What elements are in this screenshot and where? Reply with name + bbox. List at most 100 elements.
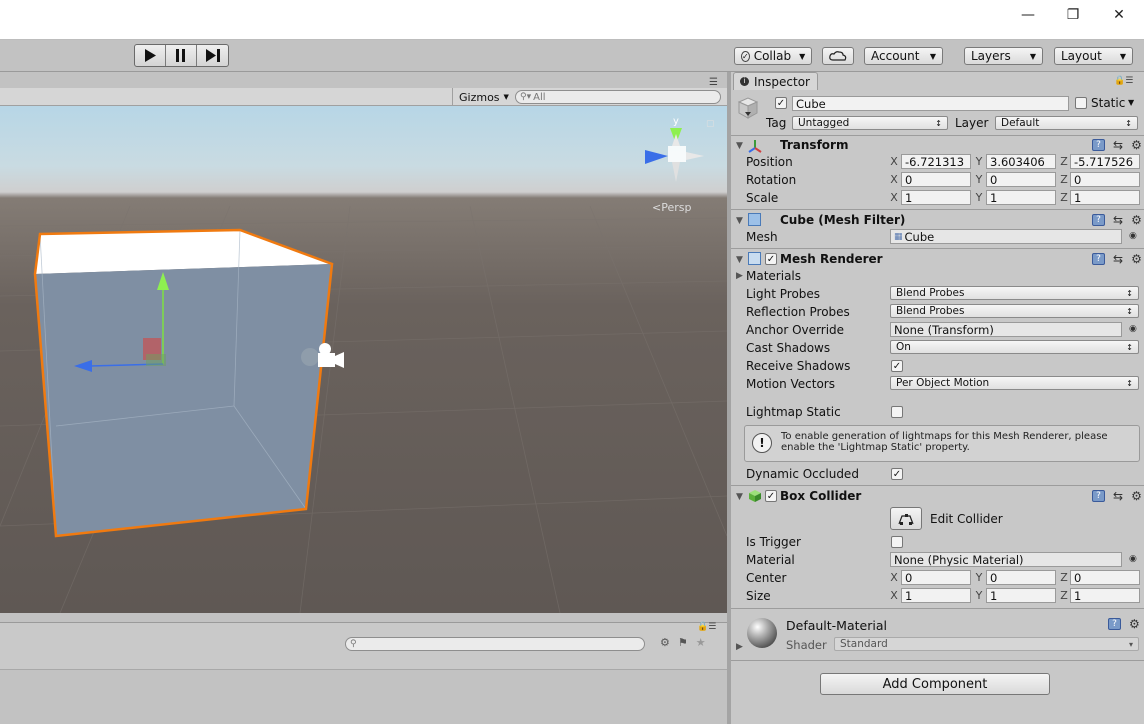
tab-inspector[interactable]: i Inspector [733,72,818,90]
edit-collider-button[interactable] [890,507,922,530]
is-trigger-checkbox[interactable] [891,536,903,548]
label-icon[interactable]: ⚑ [678,636,688,649]
center-y-field[interactable]: 0 [986,570,1056,585]
search-icon: ⚲ [350,639,357,649]
box-collider-enabled-checkbox[interactable]: ✓ [765,490,777,502]
tag-dropdown[interactable]: Untagged ↕ [792,116,948,130]
help-icon[interactable]: ? [1092,253,1105,265]
layer-dropdown[interactable]: Default ↕ [995,116,1138,130]
receive-shadows-checkbox[interactable]: ✓ [891,360,903,372]
close-icon[interactable]: ✕ [1096,0,1142,30]
scene-view[interactable]: y ▢ <Persp [0,106,727,613]
preset-icon[interactable]: ⇆ [1113,252,1123,266]
mesh-renderer-enabled-checkbox[interactable]: ✓ [765,253,777,265]
layers-dropdown[interactable]: Layers ▼ [964,47,1043,65]
size-y-field[interactable]: 1 [986,588,1056,603]
motion-vectors-dropdown[interactable]: Per Object Motion ↕ [890,376,1139,390]
help-icon[interactable]: ? [1092,490,1105,502]
window-titlebar [0,0,1144,40]
add-component-button[interactable]: Add Component [820,673,1050,695]
bottom-lock-icon[interactable]: 🔒☰ [697,622,716,632]
materials-label[interactable]: Materials [746,269,801,283]
restore-icon[interactable]: ❐ [1050,0,1096,30]
reflection-probes-dropdown[interactable]: Blend Probes ↕ [890,304,1139,318]
cloud-button[interactable] [822,47,854,65]
help-icon[interactable]: ? [1108,618,1121,630]
collab-button[interactable]: ✓ Collab ▼ [734,47,812,65]
inspector-lock-icon[interactable]: 🔒☰ [1114,76,1133,86]
axis-z-label: Z [1060,589,1068,602]
object-name-field[interactable]: Cube [792,96,1069,111]
step-button[interactable] [197,45,228,66]
axis-z-label: Z [1060,155,1068,168]
lock-icon[interactable]: ▢ [706,119,715,129]
layout-dropdown[interactable]: Layout ▼ [1054,47,1133,65]
object-picker-icon[interactable]: ◉ [1129,554,1137,564]
persp-label[interactable]: <Persp [652,201,691,214]
scene-canvas: y ▢ [0,116,727,613]
collider-material-field[interactable]: None (Physic Material) [890,552,1122,567]
position-x-field[interactable]: -6.721313 [901,154,971,169]
center-label: Center [746,571,787,585]
size-z-field[interactable]: 1 [1070,588,1140,603]
filter-type-icon[interactable]: ⚙ [660,636,670,649]
size-z-value: 1 [1074,588,1082,603]
lightmap-static-checkbox[interactable] [891,406,903,418]
gizmos-dropdown[interactable]: Gizmos ▼ [452,88,509,106]
foldout-icon[interactable]: ▼ [736,216,743,226]
gear-icon[interactable]: ⚙ [1131,489,1142,503]
static-dropdown-icon[interactable]: ▼ [1128,98,1134,107]
scale-y-field[interactable]: 1 [986,190,1056,205]
position-z-field[interactable]: -5.717526 [1070,154,1140,169]
dynamic-occluded-checkbox[interactable]: ✓ [891,468,903,480]
scale-x-field[interactable]: 1 [901,190,971,205]
position-x-value: -6.721313 [905,154,965,169]
pause-button[interactable] [166,45,197,66]
preset-icon[interactable]: ⇆ [1113,138,1123,152]
updown-icon: ↕ [1126,288,1133,298]
gear-icon[interactable]: ⚙ [1131,138,1142,152]
preset-icon[interactable]: ⇆ [1113,213,1123,227]
rotation-x-field[interactable]: 0 [901,172,971,187]
shader-dropdown[interactable]: Standard ▾ [834,637,1139,651]
favorite-star-icon[interactable]: ★ [696,636,706,649]
gear-icon[interactable]: ⚙ [1129,617,1140,631]
foldout-icon[interactable]: ▼ [736,141,743,151]
center-z-field[interactable]: 0 [1070,570,1140,585]
edit-collider-label: Edit Collider [930,512,1003,526]
gear-icon[interactable]: ⚙ [1131,213,1142,227]
active-checkbox[interactable]: ✓ [775,97,787,109]
center-x-field[interactable]: 0 [901,570,971,585]
size-x-field[interactable]: 1 [901,588,971,603]
preset-icon[interactable]: ⇆ [1113,489,1123,503]
rotation-z-field[interactable]: 0 [1070,172,1140,187]
play-button[interactable] [135,45,166,66]
updown-icon: ↕ [935,118,942,128]
help-icon[interactable]: ? [1092,214,1105,226]
foldout-icon[interactable]: ▼ [736,255,743,265]
plane-handle[interactable] [146,354,166,366]
light-probes-dropdown[interactable]: Blend Probes ↕ [890,286,1139,300]
help-icon[interactable]: ? [1092,139,1105,151]
position-y-field[interactable]: 3.603406 [986,154,1056,169]
selected-cube[interactable] [33,228,334,538]
static-checkbox[interactable] [1075,97,1087,109]
orientation-gizmo[interactable]: y [645,116,704,182]
project-search-input[interactable]: ⚲ [345,637,645,651]
cast-shadows-dropdown[interactable]: On ↕ [890,340,1139,354]
object-picker-icon[interactable]: ◉ [1129,231,1137,241]
materials-foldout-icon[interactable]: ▶ [736,271,743,281]
anchor-override-field[interactable]: None (Transform) [890,322,1122,337]
panel-menu-icon[interactable]: ☰ [709,77,718,88]
account-dropdown[interactable]: Account ▼ [864,47,943,65]
scene-search-input[interactable]: ⚲▾ All [515,90,721,104]
foldout-icon[interactable]: ▼ [736,492,743,502]
object-picker-icon[interactable]: ◉ [1129,324,1137,334]
step-icon [205,49,220,62]
material-foldout-icon[interactable]: ▶ [736,642,743,652]
minimize-icon[interactable]: — [1005,0,1051,30]
rotation-y-field[interactable]: 0 [986,172,1056,187]
scale-z-field[interactable]: 1 [1070,190,1140,205]
mesh-object-field[interactable]: ▦ Cube [890,229,1122,244]
gear-icon[interactable]: ⚙ [1131,252,1142,266]
